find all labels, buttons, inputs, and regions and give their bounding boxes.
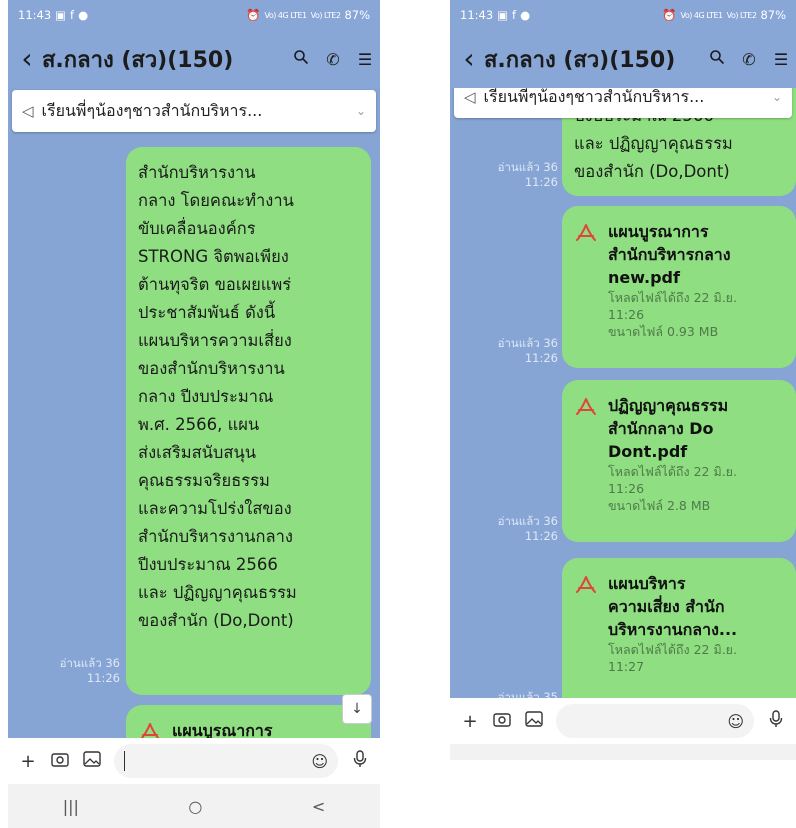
phone-icon[interactable]: ✆ [740, 50, 758, 69]
chat-area[interactable]: ◁ เรียนพี่ๆน้องๆชาวสำนักบริหาร... ⌄ สำนั… [8, 88, 380, 738]
camera-icon[interactable] [50, 751, 70, 772]
back-button[interactable]: < [312, 797, 325, 816]
image-icon[interactable] [82, 750, 102, 772]
chevron-down-icon[interactable]: ⌄ [356, 104, 366, 118]
announcement-bar[interactable]: ◁ เรียนพี่ๆน้องๆชาวสำนักบริหาร... ⌄ [12, 90, 376, 132]
message-input[interactable]: ☺ [556, 704, 754, 738]
signal-sim2: Vo) LTE2 [310, 10, 341, 20]
menu-icon[interactable]: ☰ [772, 50, 790, 69]
right-screenshot: 11:43 ▣ f ● ⏰ Vo) 4G LTE1 Vo) LTE2 87% ‹… [450, 0, 796, 760]
back-chevron-icon[interactable]: ‹ [456, 45, 482, 73]
megaphone-icon: ◁ [464, 88, 476, 106]
recent-apps-button[interactable]: ||| [500, 757, 516, 761]
mic-icon[interactable] [350, 749, 370, 773]
read-receipt: อ่านแล้ว 36 11:26 [497, 336, 558, 365]
file-expiry: โหลดไฟล์ได้ถึง 22 มิ.ย. 11:27 [608, 642, 737, 674]
chat-header: ‹ ส.กลาง (สว)(150) ✆ ☰ [8, 30, 380, 88]
announcement-text: เรียนพี่ๆน้องๆชาวสำนักบริหาร... [483, 88, 705, 106]
file-name: แผนบูรณาการ สำนักบริหารกลาง new.pdf [608, 222, 731, 287]
signal-sim2: Vo) LTE2 [726, 10, 757, 20]
file-size: ขนาดไฟล์ 0.93 MB [608, 324, 719, 339]
read-receipt: อ่านแล้ว 36 11:26 [497, 160, 558, 189]
announcement-bar[interactable]: ◁ เรียนพี่ๆน้องๆชาวสำนักบริหาร... ⌄ [454, 88, 792, 118]
recent-apps-button[interactable]: ||| [63, 797, 79, 816]
input-bar: + ☺ [8, 738, 380, 784]
emoji-icon[interactable]: ☺ [311, 752, 328, 771]
chat-title: ส.กลาง (สว)(150) [484, 47, 676, 73]
chat-title: ส.กลาง (สว)(150) [42, 47, 234, 73]
home-button[interactable]: ○ [617, 757, 631, 761]
file-size: ขนาดไฟล์ 2.8 MB [608, 498, 711, 513]
chat-area[interactable]: ปีงบประมาณ 2566 และ ปฏิญญาคุณธรรม ของสำน… [450, 88, 796, 698]
status-bar: 11:43 ▣ f ● ⏰ Vo) 4G LTE1 Vo) LTE2 87% [450, 0, 796, 30]
chevron-down-icon[interactable]: ⌄ [772, 90, 782, 104]
back-button[interactable]: < [732, 757, 745, 761]
signal-sim1: Vo) 4G LTE1 [680, 10, 724, 20]
message-input[interactable]: ☺ [114, 744, 338, 778]
image-icon[interactable] [524, 710, 544, 732]
file-name: ปฏิญญาคุณธรรม สำนักกลาง Do Dont.pdf [608, 396, 729, 461]
megaphone-icon: ◁ [22, 102, 34, 120]
app-icon: ● [78, 8, 89, 22]
pdf-icon [140, 723, 160, 738]
file-name: แผนบูรณาการ [172, 721, 273, 738]
calendar-icon: ▣ [497, 8, 509, 22]
status-bar: 11:43 ▣ f ● ⏰ Vo) 4G LTE1 Vo) LTE2 87% [8, 0, 380, 30]
file-message-bubble[interactable]: แผนบริหาร ความเสี่ยง สำนัก บริหารงานกลาง… [562, 558, 796, 698]
alarm-icon: ⏰ [662, 8, 677, 22]
input-bar: + ☺ [450, 698, 796, 744]
scroll-down-button[interactable]: ↓ [342, 694, 372, 724]
camera-icon[interactable] [492, 711, 512, 732]
message-bubble[interactable]: สำนักบริหารงาน กลาง โดยคณะทำงาน ขับเคลื่… [126, 147, 371, 695]
read-receipt: อ่านแล้ว 35 [497, 690, 558, 698]
search-icon[interactable] [708, 49, 726, 69]
facebook-icon: f [70, 8, 75, 22]
alarm-icon: ⏰ [246, 8, 261, 22]
read-receipt: อ่านแล้ว 36 11:26 [497, 514, 558, 543]
text-cursor [124, 751, 125, 771]
chat-header: ‹ ส.กลาง (สว)(150) ✆ ☰ [450, 30, 796, 88]
android-nav-bar: ||| ○ < [450, 744, 796, 760]
android-nav-bar: ||| ○ < [8, 784, 380, 828]
status-time: 11:43 [460, 8, 494, 22]
app-icon: ● [520, 8, 531, 22]
emoji-icon[interactable]: ☺ [727, 712, 744, 731]
search-icon[interactable] [292, 49, 310, 69]
file-expiry: โหลดไฟล์ได้ถึง 22 มิ.ย. 11:26 [608, 290, 737, 322]
facebook-icon: f [512, 8, 517, 22]
battery-level: 87% [344, 8, 370, 22]
pdf-icon [576, 398, 596, 415]
left-screenshot: 11:43 ▣ f ● ⏰ Vo) 4G LTE1 Vo) LTE2 87% ‹… [8, 0, 380, 828]
back-chevron-icon[interactable]: ‹ [14, 45, 40, 73]
file-expiry: โหลดไฟล์ได้ถึง 22 มิ.ย. 11:26 [608, 464, 737, 496]
phone-icon[interactable]: ✆ [324, 50, 342, 69]
file-message-bubble[interactable]: แผนบูรณาการ สำนักบริหารกลาง new.pdf โหลด… [562, 206, 796, 368]
read-receipt: อ่านแล้ว 36 11:26 [59, 656, 120, 685]
file-message-bubble[interactable]: แผนบูรณาการ [126, 705, 371, 738]
signal-sim1: Vo) 4G LTE1 [264, 10, 308, 20]
pdf-icon [576, 224, 596, 241]
message-text: สำนักบริหารงาน กลาง โดยคณะทำงาน ขับเคลื่… [138, 163, 297, 630]
plus-icon[interactable]: + [460, 711, 480, 732]
home-button[interactable]: ○ [188, 797, 202, 816]
menu-icon[interactable]: ☰ [356, 50, 374, 69]
file-name: แผนบริหาร ความเสี่ยง สำนัก บริหารงานกลาง… [608, 574, 738, 639]
battery-level: 87% [760, 8, 786, 22]
status-time: 11:43 [18, 8, 52, 22]
calendar-icon: ▣ [55, 8, 67, 22]
plus-icon[interactable]: + [18, 751, 38, 772]
announcement-text: เรียนพี่ๆน้องๆชาวสำนักบริหาร... [41, 100, 263, 120]
pdf-icon [576, 576, 596, 593]
file-message-bubble[interactable]: ปฏิญญาคุณธรรม สำนักกลาง Do Dont.pdf โหลด… [562, 380, 796, 542]
mic-icon[interactable] [766, 709, 786, 733]
